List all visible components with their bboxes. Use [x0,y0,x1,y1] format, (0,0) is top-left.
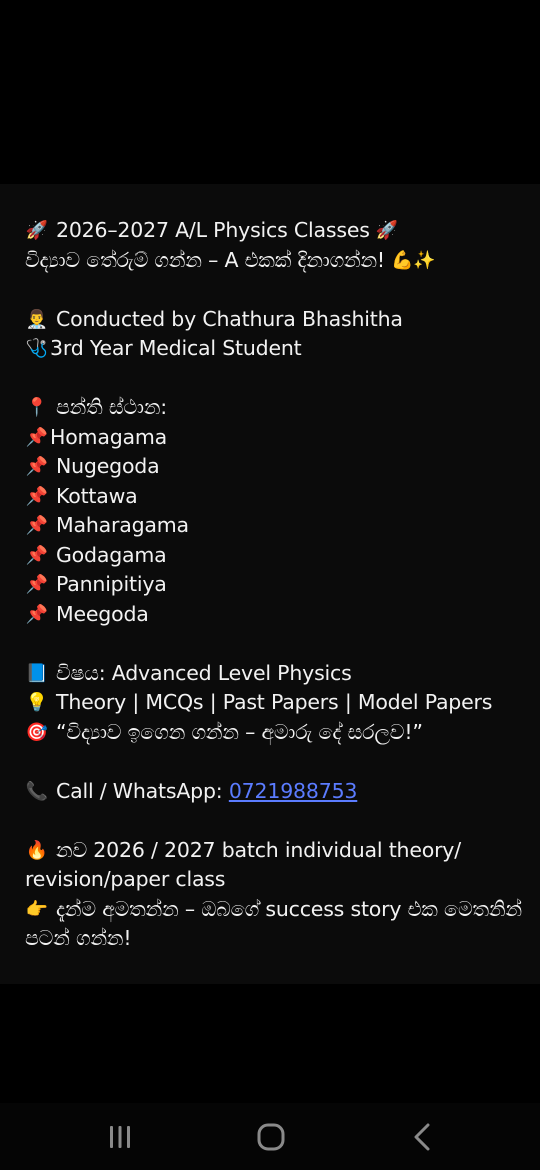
message-line: 📌 Meegoda [25,600,525,630]
recent-apps-button[interactable] [100,1121,140,1153]
doctor-icon: 👨‍⚕️ [25,308,49,330]
message-line: 📌 Godagama [25,541,525,571]
message-line: 🩺3rd Year Medical Student [25,334,525,364]
back-icon [402,1121,442,1153]
pushpin-icon: 📌 [25,456,49,477]
message-line: 📘 විෂය: Advanced Level Physics [25,659,525,689]
message-text: Kottawa [56,483,138,508]
message-line: 📌 Maharagama [25,511,525,541]
message-text: Godagama [56,542,167,567]
message-text: Pannipitiya [56,572,167,596]
message-card: 🚀 2026–2027 A/L Physics Classes 🚀 විද්‍යාව … [0,184,540,984]
message-text: Maharagama [56,513,189,537]
rocket-icon: 🚀 [25,220,49,241]
back-button[interactable] [402,1121,442,1153]
location-pin-icon: 📍 [25,397,49,418]
pushpin-icon: 📌 [25,574,49,595]
telephone-icon: 📞 [25,780,49,802]
target-icon: 🎯 [25,721,49,743]
blue-book-icon: 📘 [25,662,49,684]
message-line: විද්‍යාව තේරුම් ගන්න – A එකක් දිනාගන්න! 💪… [25,246,525,276]
pushpin-icon: 📌 [25,426,49,448]
message-text: දැන්ම අමතන්න – ඔබගේ success story එක මෙත… [25,896,522,951]
message-text: විද්‍යාව තේරුම් ගන්න – A එකක් දිනාගන්න! [25,247,385,272]
message-line: 🚀 2026–2027 A/L Physics Classes 🚀 [25,216,525,246]
fire-icon: 🔥 [25,839,49,861]
message-body: 🚀 2026–2027 A/L Physics Classes 🚀 විද්‍යාව … [25,216,525,954]
home-button[interactable] [251,1121,291,1153]
message-line: 📌 Pannipitiya [25,570,525,600]
message-text: විෂය: Advanced Level Physics [56,660,352,685]
message-line: 📌Homagama [25,423,525,453]
stethoscope-icon: 🩺 [25,338,49,359]
message-text: Meegoda [56,601,149,626]
message-line: 👨‍⚕️ Conducted by Chathura Bhashitha [25,305,525,335]
message-line: 🎯 “විද්‍යාව ඉගෙන ගන්න – අමාරු දේ සරලව!” [25,718,525,748]
message-text: නව 2026 / 2027 batch individual theory/ … [25,837,461,892]
message-text: Call / WhatsApp: [56,778,229,803]
message-line: 💡 Theory | MCQs | Past Papers | Model Pap… [25,688,525,718]
message-text: Homagama [50,424,167,449]
flexed-biceps-sparkles-icon: 💪✨ [390,249,436,271]
message-line: 🔥 නව 2026 / 2027 batch individual theory/… [25,836,525,895]
message-text: “විද්‍යාව ඉගෙන ගන්න – අමාරු දේ සරලව!” [56,719,423,744]
message-line: 📌 Kottawa [25,482,525,512]
message-line: 📞 Call / WhatsApp: 0721988753 [25,777,525,807]
message-text: 3rd Year Medical Student [50,336,302,360]
message-line: 📌 Nugegoda [25,452,525,482]
pushpin-icon: 📌 [25,544,49,566]
pushpin-icon: 📌 [25,485,49,507]
message-text: Nugegoda [56,454,160,478]
phone-number-link[interactable]: 0721988753 [229,779,358,803]
message-text: Theory | MCQs | Past Papers | Model Pape… [56,690,493,714]
recent-apps-icon [100,1121,140,1153]
home-icon [251,1121,291,1153]
message-text: Conducted by Chathura Bhashitha [56,306,403,331]
pushpin-icon: 📌 [25,603,49,625]
message-line: 👉 දැන්ම අමතන්න – ඔබගේ success story එක මෙ… [25,895,525,954]
message-text: පන්ති ස්ථාන: [56,395,168,419]
light-bulb-icon: 💡 [25,692,49,713]
pushpin-icon: 📌 [25,515,49,536]
message-line: 📍 පන්ති ස්ථාන: [25,393,525,423]
message-text: 2026–2027 A/L Physics Classes [56,218,370,242]
rocket-icon: 🚀 [375,220,398,241]
navigation-bar [0,1103,540,1170]
pointing-right-icon: 👉 [25,898,49,920]
